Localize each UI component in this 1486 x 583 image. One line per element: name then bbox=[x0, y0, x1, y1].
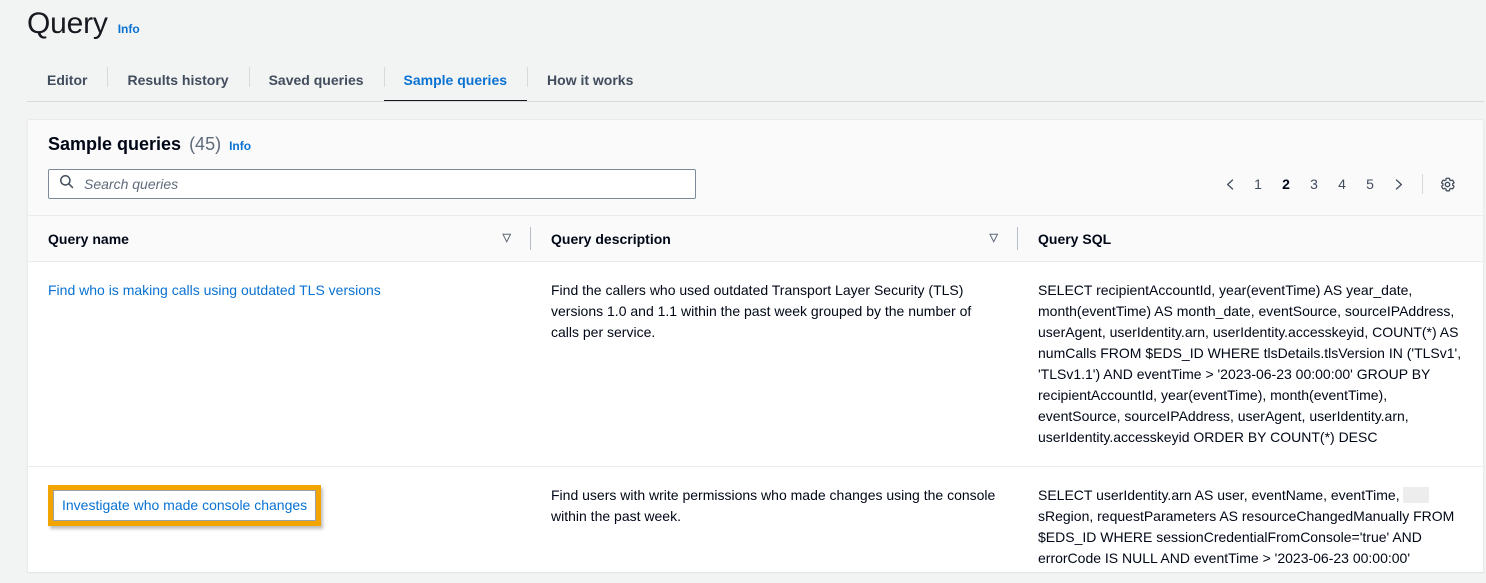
tab-label: How it works bbox=[547, 71, 634, 88]
panel-title-row: Sample queries (45) Info bbox=[48, 134, 1463, 155]
tab-label: Editor bbox=[47, 71, 88, 88]
tab-list: Editor Results history Saved queries Sample… bbox=[27, 59, 1486, 102]
search-box[interactable] bbox=[48, 169, 696, 199]
pagination-page-1[interactable]: 1 bbox=[1244, 170, 1272, 198]
query-name-link[interactable]: Find who is making calls using outdated … bbox=[48, 282, 381, 298]
gear-icon[interactable] bbox=[1433, 170, 1461, 198]
tab-label: Sample queries bbox=[403, 71, 508, 88]
query-sql-text: SELECT recipientAccountId, year(eventTim… bbox=[1038, 282, 1462, 445]
pagination-page-3[interactable]: 3 bbox=[1300, 170, 1328, 198]
tab-label: Saved queries bbox=[268, 71, 364, 88]
query-sql-text-continued: sRegion, requestParameters AS resourceCh… bbox=[1038, 508, 1455, 566]
pagination-divider bbox=[1422, 174, 1423, 194]
tab-how-it-works[interactable]: How it works bbox=[527, 59, 653, 102]
cell-query-sql: SELECT userIdentity.arn AS user, eventNa… bbox=[1018, 466, 1483, 572]
panel-info-link[interactable]: Info bbox=[229, 139, 251, 153]
table-body: Find who is making calls using outdated … bbox=[28, 261, 1483, 572]
tab-label: Results history bbox=[127, 71, 229, 88]
highlight-annotation: Investigate who made console changes bbox=[48, 485, 322, 526]
pagination: 12345 bbox=[1216, 170, 1463, 198]
cell-query-name: Investigate who made console changes bbox=[28, 466, 531, 572]
table-row: Find who is making calls using outdated … bbox=[28, 261, 1483, 467]
column-header-label: Query SQL bbox=[1038, 230, 1112, 247]
tab-results-history[interactable]: Results history bbox=[107, 59, 248, 102]
cell-query-name: Find who is making calls using outdated … bbox=[28, 261, 531, 467]
sample-queries-table: Query name ▽ Query description ▽ Query S… bbox=[28, 215, 1483, 572]
header-info-link[interactable]: Info bbox=[118, 22, 140, 36]
column-header-query-sql[interactable]: Query SQL bbox=[1018, 215, 1483, 262]
search-input[interactable] bbox=[82, 175, 685, 193]
pagination-page-2[interactable]: 2 bbox=[1272, 170, 1300, 198]
panel-toolbar: 12345 bbox=[48, 169, 1463, 199]
query-sql-text: SELECT userIdentity.arn AS user, eventNa… bbox=[1038, 487, 1400, 503]
pagination-pages: 12345 bbox=[1244, 170, 1384, 198]
column-header-query-description[interactable]: Query description ▽ bbox=[531, 215, 1018, 262]
sort-descending-icon[interactable]: ▽ bbox=[990, 233, 998, 244]
highlight-box: Investigate who made console changes bbox=[48, 485, 322, 526]
sample-queries-panel: Sample queries (45) Info Search queries … bbox=[27, 119, 1484, 572]
column-header-label: Query name bbox=[48, 230, 129, 247]
query-description-text: Find the callers who used outdated Trans… bbox=[551, 282, 972, 340]
cell-query-description: Find the callers who used outdated Trans… bbox=[531, 261, 1018, 467]
redacted-region bbox=[1403, 487, 1430, 503]
tab-sample-queries[interactable]: Sample queries bbox=[383, 59, 528, 102]
sort-descending-icon[interactable]: ▽ bbox=[503, 233, 511, 244]
tab-editor[interactable]: Editor bbox=[27, 59, 107, 102]
tab-bar: Editor Results history Saved queries Sample… bbox=[0, 59, 1486, 102]
pagination-page-4[interactable]: 4 bbox=[1328, 170, 1356, 198]
column-header-query-name[interactable]: Query name ▽ bbox=[28, 215, 531, 262]
cell-query-description: Find users with write permissions who ma… bbox=[531, 466, 1018, 572]
panel-title: Sample queries bbox=[48, 134, 182, 154]
pagination-next-button[interactable] bbox=[1384, 170, 1412, 198]
query-name-link[interactable]: Investigate who made console changes bbox=[62, 497, 307, 513]
panel-header: Sample queries (45) Info Search queries … bbox=[28, 120, 1483, 215]
pagination-prev-button[interactable] bbox=[1216, 170, 1244, 198]
search-icon bbox=[59, 174, 74, 194]
tab-underline bbox=[27, 101, 1484, 102]
panel-count: (45) bbox=[189, 134, 222, 154]
cell-query-sql: SELECT recipientAccountId, year(eventTim… bbox=[1018, 261, 1483, 467]
table-header-row: Query name ▽ Query description ▽ Query S… bbox=[28, 215, 1483, 262]
table-row: Investigate who made console changes Find… bbox=[28, 466, 1483, 572]
query-description-text: Find users with write permissions who ma… bbox=[551, 487, 996, 524]
column-header-label: Query description bbox=[551, 230, 671, 247]
page-title: Query bbox=[27, 7, 108, 40]
pagination-page-5[interactable]: 5 bbox=[1356, 170, 1384, 198]
tab-saved-queries[interactable]: Saved queries bbox=[248, 59, 384, 102]
page-header: Query Info bbox=[0, 0, 1486, 42]
